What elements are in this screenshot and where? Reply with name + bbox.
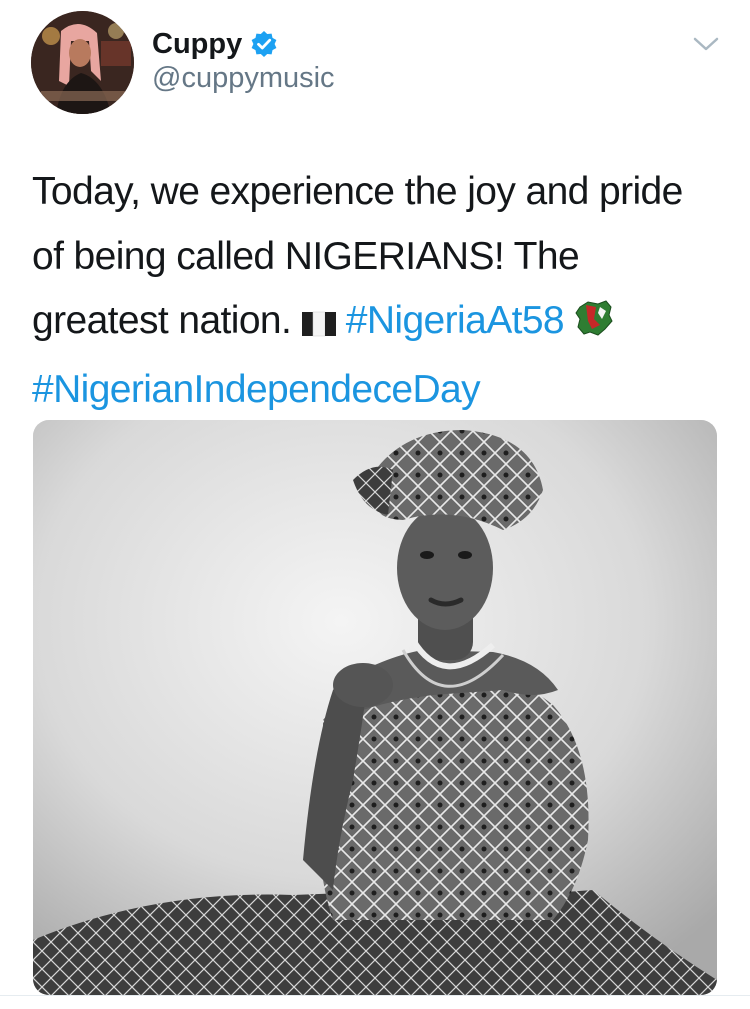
user-handle[interactable]: @cuppymusic: [152, 62, 335, 95]
portrait-photo: [33, 420, 717, 995]
divider: [0, 995, 750, 996]
hashtag-link[interactable]: #NigeriaAt58: [346, 299, 565, 342]
tweet-header: Cuppy @cuppymusic: [0, 0, 750, 130]
verified-badge-icon: [250, 30, 278, 58]
tweet-media-image[interactable]: [33, 420, 717, 995]
chevron-down-icon[interactable]: [690, 32, 722, 56]
tweet-text: Today, we experience the joy and pride o…: [32, 160, 722, 422]
nigeria-map-icon: [574, 293, 614, 358]
hashtag-link[interactable]: #NigerianIndependeceDay: [32, 368, 481, 411]
display-name[interactable]: Cuppy: [152, 28, 242, 61]
name-row: Cuppy: [152, 24, 278, 64]
avatar[interactable]: [31, 11, 134, 114]
nigeria-flag-icon: [301, 293, 336, 358]
